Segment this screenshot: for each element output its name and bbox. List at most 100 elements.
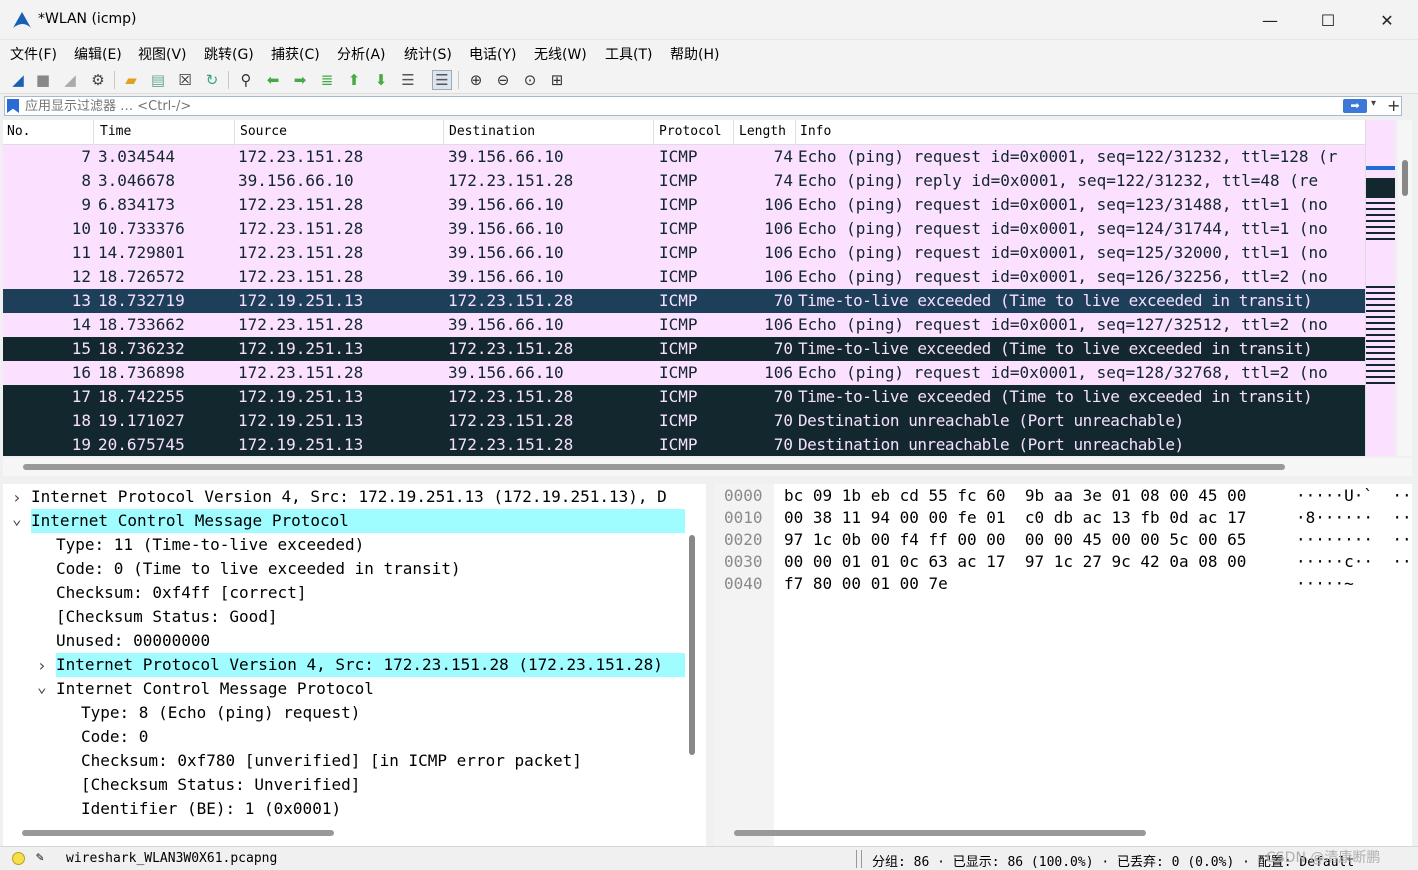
hex-ascii[interactable]: ·····~: [1296, 573, 1354, 595]
zoom-out-icon[interactable]: ⊖: [493, 70, 513, 90]
hex-ascii[interactable]: ·8······ ········: [1296, 507, 1412, 529]
menu-edit[interactable]: 编辑(E): [74, 44, 122, 64]
column-header-time[interactable]: Time: [100, 124, 131, 144]
scroll-thumb[interactable]: [23, 464, 1285, 470]
column-divider[interactable]: [733, 120, 734, 145]
zoom-normal-icon[interactable]: ⊙: [520, 70, 540, 90]
colorize-icon[interactable]: ☰: [432, 70, 452, 90]
detail-tree-item[interactable]: Code: 0: [81, 725, 148, 749]
column-header-info[interactable]: Info: [800, 124, 831, 144]
packet-row[interactable]: 18 19.171027 172.19.251.13 172.23.151.28 ICM…: [3, 409, 1365, 433]
column-divider[interactable]: [795, 120, 796, 145]
detail-tree-item[interactable]: Internet Control Message Protocol: [56, 677, 374, 701]
close-file-icon[interactable]: ☒: [175, 70, 195, 90]
detail-tree-item[interactable]: Checksum: 0xf780 [unverified] [in ICMP e…: [81, 749, 582, 773]
detail-tree-item[interactable]: Checksum: 0xf4ff [correct]: [56, 581, 306, 605]
hex-bytes[interactable]: 97 1c 0b 00 f4 ff 00 00 00 00 45 00 00 5…: [784, 529, 1246, 551]
chevron-down-icon[interactable]: ⌄: [37, 677, 47, 696]
menu-go[interactable]: 跳转(G): [204, 44, 254, 64]
filter-dropdown-icon[interactable]: ▾: [1371, 98, 1376, 109]
reload-icon[interactable]: ↻: [202, 70, 222, 90]
menu-statistics[interactable]: 统计(S): [404, 44, 452, 64]
detail-tree-item[interactable]: Internet Protocol Version 4, Src: 172.23…: [56, 653, 685, 677]
scroll-thumb[interactable]: [1402, 160, 1408, 196]
hex-bytes[interactable]: f7 80 00 01 00 7e: [784, 573, 948, 595]
packet-row[interactable]: 9 6.834173 172.23.151.28 39.156.66.10 ICMP 10…: [3, 193, 1365, 217]
column-divider[interactable]: [653, 120, 654, 145]
last-packet-icon[interactable]: ⬇: [371, 70, 391, 90]
open-folder-icon[interactable]: ▰: [121, 70, 141, 90]
menu-tools[interactable]: 工具(T): [605, 44, 652, 64]
apply-filter-arrow-icon[interactable]: ➡: [1343, 99, 1367, 113]
detail-tree-item[interactable]: [Checksum Status: Unverified]: [81, 773, 360, 797]
column-header-destination[interactable]: Destination: [449, 124, 535, 144]
resize-columns-icon[interactable]: ⊞: [547, 70, 567, 90]
packet-row[interactable]: 11 14.729801 172.23.151.28 39.156.66.10 ICMP…: [3, 241, 1365, 265]
restart-icon[interactable]: ◢: [60, 70, 80, 90]
capture-comment-pencil-icon[interactable]: ✎: [36, 850, 44, 865]
detail-tree-item[interactable]: Code: 0 (Time to live exceeded in transi…: [56, 557, 461, 581]
detail-tree-item[interactable]: Type: 11 (Time-to-live exceeded): [56, 533, 364, 557]
file-icon[interactable]: ▤: [148, 70, 168, 90]
minimize-button[interactable]: —: [1241, 0, 1299, 40]
chevron-right-icon[interactable]: ›: [12, 488, 22, 507]
column-divider[interactable]: [234, 120, 235, 145]
packet-row[interactable]: 12 18.726572 172.23.151.28 39.156.66.10 ICMP…: [3, 265, 1365, 289]
menu-view[interactable]: 视图(V): [138, 44, 187, 64]
column-header-length[interactable]: Length: [739, 124, 786, 144]
column-header-source[interactable]: Source: [240, 124, 287, 144]
goto-packet-icon[interactable]: ≣: [317, 70, 337, 90]
first-packet-icon[interactable]: ⬆: [344, 70, 364, 90]
detail-tree-item[interactable]: Internet Control Message Protocol: [31, 509, 685, 533]
menu-help[interactable]: 帮助(H): [670, 44, 719, 64]
packet-row[interactable]: 19 20.675745 172.19.251.13 172.23.151.28 ICM…: [3, 433, 1365, 456]
menu-telephony[interactable]: 电话(Y): [469, 44, 516, 64]
detail-tree-item[interactable]: [Checksum Status: Good]: [56, 605, 278, 629]
add-filter-button[interactable]: +: [1387, 96, 1400, 115]
column-header-protocol[interactable]: Protocol: [659, 124, 722, 144]
bytes-horizontal-scrollbar[interactable]: [734, 830, 1146, 836]
stop-icon[interactable]: ■: [33, 70, 53, 90]
hex-bytes[interactable]: 00 00 01 01 0c 63 ac 17 97 1c 27 9c 42 0…: [784, 551, 1246, 573]
back-arrow-icon[interactable]: ⬅: [263, 70, 283, 90]
hex-bytes[interactable]: 00 38 11 94 00 00 fe 01 c0 db ac 13 fb 0…: [784, 507, 1246, 529]
zoom-in-icon[interactable]: ⊕: [466, 70, 486, 90]
packet-row[interactable]: 7 3.034544 172.23.151.28 39.156.66.10 ICMP 74…: [3, 145, 1365, 169]
detail-tree-item[interactable]: Type: 8 (Echo (ping) request): [81, 701, 360, 725]
menu-capture[interactable]: 捕获(C): [271, 44, 320, 64]
packet-row[interactable]: 10 10.733376 172.23.151.28 39.156.66.10 ICMP…: [3, 217, 1365, 241]
maximize-button[interactable]: ☐: [1299, 0, 1357, 40]
detail-tree-item[interactable]: Internet Protocol Version 4, Src: 172.19…: [31, 485, 667, 509]
details-vertical-scrollbar[interactable]: [689, 535, 695, 755]
packet-list-vertical-scrollbar[interactable]: [1398, 120, 1412, 456]
options-gear-icon[interactable]: ⚙: [88, 70, 108, 90]
shark-start-icon[interactable]: ◢: [8, 70, 28, 90]
packet-row[interactable]: 8 3.046678 39.156.66.10 172.23.151.28 ICMP 74…: [3, 169, 1365, 193]
menu-file[interactable]: 文件(F): [10, 44, 57, 64]
details-horizontal-scrollbar[interactable]: [22, 830, 334, 836]
packet-row[interactable]: 13 18.732719 172.19.251.13 172.23.151.28 ICM…: [3, 289, 1365, 313]
packet-row[interactable]: 16 18.736898 172.23.151.28 39.156.66.10 ICMP…: [3, 361, 1365, 385]
packet-row[interactable]: 15 18.736232 172.19.251.13 172.23.151.28 ICM…: [3, 337, 1365, 361]
column-header-no[interactable]: No.: [7, 124, 30, 144]
column-divider[interactable]: [93, 120, 94, 145]
column-divider[interactable]: [443, 120, 444, 145]
detail-tree-item[interactable]: Unused: 00000000: [56, 629, 210, 653]
chevron-down-icon[interactable]: ⌄: [12, 509, 22, 528]
display-filter-input[interactable]: [25, 97, 1325, 115]
autoscroll-icon[interactable]: ☰: [398, 70, 418, 90]
chevron-right-icon[interactable]: ›: [37, 656, 47, 675]
expert-info-indicator-icon[interactable]: [12, 852, 25, 865]
forward-arrow-icon[interactable]: ➡: [290, 70, 310, 90]
menu-analyze[interactable]: 分析(A): [337, 44, 386, 64]
hex-ascii[interactable]: ·····U·` ··>···E·: [1296, 485, 1412, 507]
menu-wireless[interactable]: 无线(W): [534, 44, 587, 64]
hex-bytes[interactable]: bc 09 1b eb cd 55 fc 60 9b aa 3e 01 08 0…: [784, 485, 1246, 507]
packet-list-horizontal-scrollbar[interactable]: [3, 458, 1412, 476]
bookmark-icon[interactable]: [7, 99, 19, 113]
packet-row[interactable]: 17 18.742255 172.19.251.13 172.23.151.28 ICM…: [3, 385, 1365, 409]
close-button[interactable]: ✕: [1358, 0, 1416, 40]
packet-row[interactable]: 14 18.733662 172.23.151.28 39.156.66.10 ICMP…: [3, 313, 1365, 337]
hex-ascii[interactable]: ·····c·· ··'·B···: [1296, 551, 1412, 573]
find-icon[interactable]: ⚲: [236, 70, 256, 90]
